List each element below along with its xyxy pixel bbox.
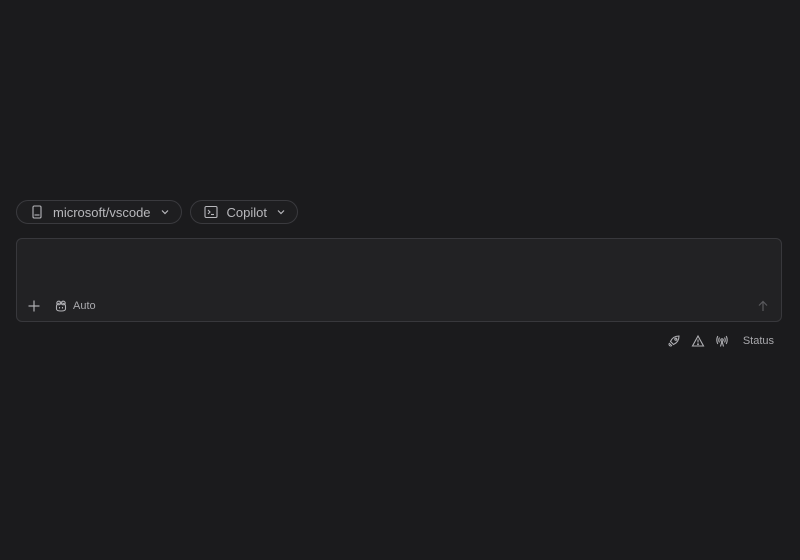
repository-picker[interactable]: microsoft/vscode bbox=[16, 200, 182, 224]
chevron-down-icon bbox=[159, 206, 171, 218]
plus-icon bbox=[27, 299, 41, 313]
repository-label: microsoft/vscode bbox=[53, 204, 151, 220]
repo-icon bbox=[29, 204, 45, 220]
copilot-icon bbox=[54, 299, 68, 313]
status-link[interactable]: Status bbox=[743, 335, 774, 347]
arrow-up-icon bbox=[757, 300, 769, 312]
chat-composer: Auto bbox=[16, 238, 782, 322]
picker-row: microsoft/vscode Copilot bbox=[16, 200, 299, 224]
chevron-down-icon bbox=[275, 206, 287, 218]
agent-label: Copilot bbox=[226, 204, 268, 220]
broadcast-icon[interactable] bbox=[715, 334, 729, 348]
mode-label: Auto bbox=[73, 300, 96, 312]
chat-input[interactable] bbox=[27, 247, 771, 295]
send-button[interactable] bbox=[755, 298, 771, 314]
rocket-icon[interactable] bbox=[667, 334, 681, 348]
agent-picker[interactable]: Copilot bbox=[189, 200, 299, 224]
app-window: microsoft/vscode Copilot Auto Status bbox=[0, 0, 800, 560]
mode-picker-button[interactable]: Auto bbox=[54, 298, 96, 314]
warning-icon[interactable] bbox=[691, 334, 705, 348]
status-bar: Status bbox=[667, 334, 774, 348]
add-context-button[interactable] bbox=[26, 298, 42, 314]
terminal-icon bbox=[203, 204, 219, 220]
